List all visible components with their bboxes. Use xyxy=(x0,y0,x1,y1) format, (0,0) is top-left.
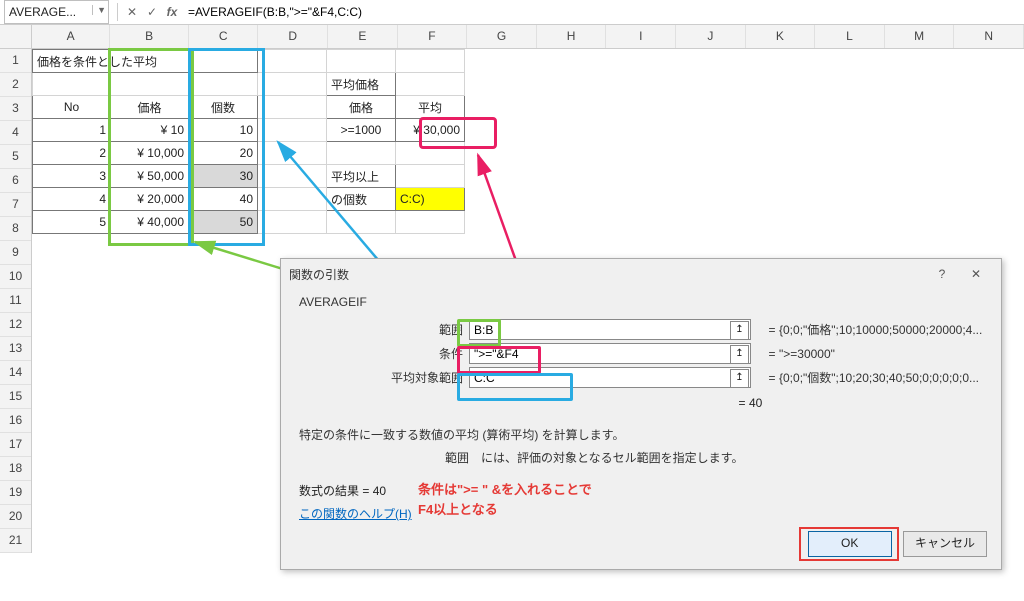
help-icon[interactable]: ? xyxy=(925,267,959,281)
row-header[interactable]: 15 xyxy=(0,385,31,409)
cell[interactable]: 1 xyxy=(33,119,111,142)
result-preview: =40 xyxy=(735,396,987,410)
col-header[interactable]: M xyxy=(885,25,955,48)
row-header[interactable]: 3 xyxy=(0,97,31,121)
fx-icon[interactable]: fx xyxy=(162,5,182,19)
dialog-titlebar[interactable]: 関数の引数 ? ✕ xyxy=(281,259,1001,289)
row-header[interactable]: 12 xyxy=(0,313,31,337)
cell[interactable]: 20 xyxy=(189,142,258,165)
arg-avgrange-input[interactable] xyxy=(469,367,751,388)
select-all-corner[interactable] xyxy=(0,25,32,48)
cell[interactable]: ¥ 10 xyxy=(111,119,189,142)
arg-range-result: ={0;0;"価格";10;10000;50000;20000;4... xyxy=(751,321,982,338)
name-box[interactable]: AVERAGE... ▼ xyxy=(4,0,109,24)
col-header[interactable]: L xyxy=(815,25,885,48)
row-header[interactable]: 20 xyxy=(0,505,31,529)
formula-input[interactable]: =AVERAGEIF(B:B,">="&F4,C:C) xyxy=(182,5,1024,19)
cell[interactable]: 平均 xyxy=(396,96,465,119)
arg-avgrange-label: 平均対象範囲 xyxy=(295,369,469,386)
function-description: 特定の条件に一致する数値の平均 (算術平均) を計算します。 xyxy=(299,426,983,443)
col-header[interactable]: J xyxy=(676,25,746,48)
cell[interactable]: の個数 xyxy=(327,188,396,211)
col-header[interactable]: C xyxy=(189,25,259,48)
cell[interactable]: 2 xyxy=(33,142,111,165)
annotation-note: 条件は">= " &を入れることで F4以上となる xyxy=(418,480,592,519)
arg-description: 範囲 には、評価の対象となるセル範囲を指定します。 xyxy=(445,449,983,466)
name-box-dropdown-icon[interactable]: ▼ xyxy=(92,5,106,15)
cell[interactable]: ¥ 50,000 xyxy=(111,165,189,188)
arg-range-label: 範囲 xyxy=(295,321,469,338)
cell[interactable]: 4 xyxy=(33,188,111,211)
arg-criteria-label: 条件 xyxy=(295,345,469,362)
function-help-link[interactable]: この関数のヘルプ(H) xyxy=(299,505,987,522)
row-header[interactable]: 11 xyxy=(0,289,31,313)
cell[interactable]: >=1000 xyxy=(327,119,396,142)
collapse-icon[interactable]: ↥ xyxy=(730,321,749,340)
row-header[interactable]: 4 xyxy=(0,121,31,145)
cell[interactable]: ¥ 20,000 xyxy=(111,188,189,211)
row-header[interactable]: 14 xyxy=(0,361,31,385)
arg-avgrange-result: ={0;0;"個数";10;20;30;40;50;0;0;0;0;0... xyxy=(751,369,979,386)
row-header[interactable]: 10 xyxy=(0,265,31,289)
collapse-icon[interactable]: ↥ xyxy=(730,369,749,388)
row-headers: 1 2 3 4 5 6 7 8 9 10 11 12 13 14 15 16 1… xyxy=(0,49,32,553)
formula-result: 数式の結果 = 40 xyxy=(299,482,983,499)
cell[interactable]: C:C) xyxy=(396,188,465,211)
cell[interactable]: 30 xyxy=(189,165,258,188)
cell[interactable]: 5 xyxy=(33,211,111,234)
function-name: AVERAGEIF xyxy=(299,295,987,309)
arg-range-input[interactable] xyxy=(469,319,751,340)
function-arguments-dialog: 関数の引数 ? ✕ AVERAGEIF 範囲 ↥ ={0;0;"価格";10;1… xyxy=(280,258,1002,570)
row-header[interactable]: 5 xyxy=(0,145,31,169)
col-header[interactable]: N xyxy=(954,25,1024,48)
row-header[interactable]: 9 xyxy=(0,241,31,265)
cell[interactable]: No xyxy=(33,96,111,119)
column-headers: A B C D E F G H I J K L M N xyxy=(0,25,1024,49)
accept-formula-icon[interactable]: ✓ xyxy=(142,5,162,19)
col-header[interactable]: B xyxy=(110,25,189,48)
col-header[interactable]: K xyxy=(746,25,816,48)
row-header[interactable]: 16 xyxy=(0,409,31,433)
row-header[interactable]: 6 xyxy=(0,169,31,193)
cell[interactable]: 平均以上 xyxy=(327,165,396,188)
row-header[interactable]: 18 xyxy=(0,457,31,481)
col-header[interactable]: G xyxy=(467,25,537,48)
cell[interactable]: 価格を条件とした平均 xyxy=(33,50,258,73)
collapse-icon[interactable]: ↥ xyxy=(730,345,749,364)
ok-button[interactable]: OK xyxy=(808,531,892,557)
col-header[interactable]: F xyxy=(398,25,468,48)
dialog-title: 関数の引数 xyxy=(289,266,349,283)
col-header[interactable]: D xyxy=(258,25,328,48)
cell[interactable]: 10 xyxy=(189,119,258,142)
arg-criteria-result: =">=30000" xyxy=(751,347,835,361)
col-header[interactable]: A xyxy=(32,25,111,48)
name-box-text: AVERAGE... xyxy=(9,5,76,19)
cell[interactable]: ¥ 30,000 xyxy=(396,119,465,142)
arg-criteria-input[interactable] xyxy=(469,343,751,364)
col-header[interactable]: E xyxy=(328,25,398,48)
cancel-button[interactable]: キャンセル xyxy=(903,531,987,557)
row-header[interactable]: 1 xyxy=(0,49,31,73)
formula-bar: AVERAGE... ▼ ✕ ✓ fx =AVERAGEIF(B:B,">="&… xyxy=(0,0,1024,25)
row-header[interactable]: 2 xyxy=(0,73,31,97)
row-header[interactable]: 8 xyxy=(0,217,31,241)
cell[interactable]: ¥ 40,000 xyxy=(111,211,189,234)
cancel-formula-icon[interactable]: ✕ xyxy=(122,5,142,19)
cell[interactable]: 50 xyxy=(189,211,258,234)
cell[interactable]: 個数 xyxy=(189,96,258,119)
row-header[interactable]: 13 xyxy=(0,337,31,361)
col-header[interactable]: I xyxy=(606,25,676,48)
cell[interactable]: ¥ 10,000 xyxy=(111,142,189,165)
col-header[interactable]: H xyxy=(537,25,607,48)
cell[interactable]: 価格 xyxy=(327,96,396,119)
row-header[interactable]: 19 xyxy=(0,481,31,505)
cell[interactable]: 価格 xyxy=(111,96,189,119)
close-icon[interactable]: ✕ xyxy=(959,267,993,281)
cell[interactable]: 平均価格 xyxy=(327,73,396,96)
cell[interactable]: 3 xyxy=(33,165,111,188)
row-header[interactable]: 21 xyxy=(0,529,31,553)
cell[interactable]: 40 xyxy=(189,188,258,211)
row-header[interactable]: 17 xyxy=(0,433,31,457)
row-header[interactable]: 7 xyxy=(0,193,31,217)
